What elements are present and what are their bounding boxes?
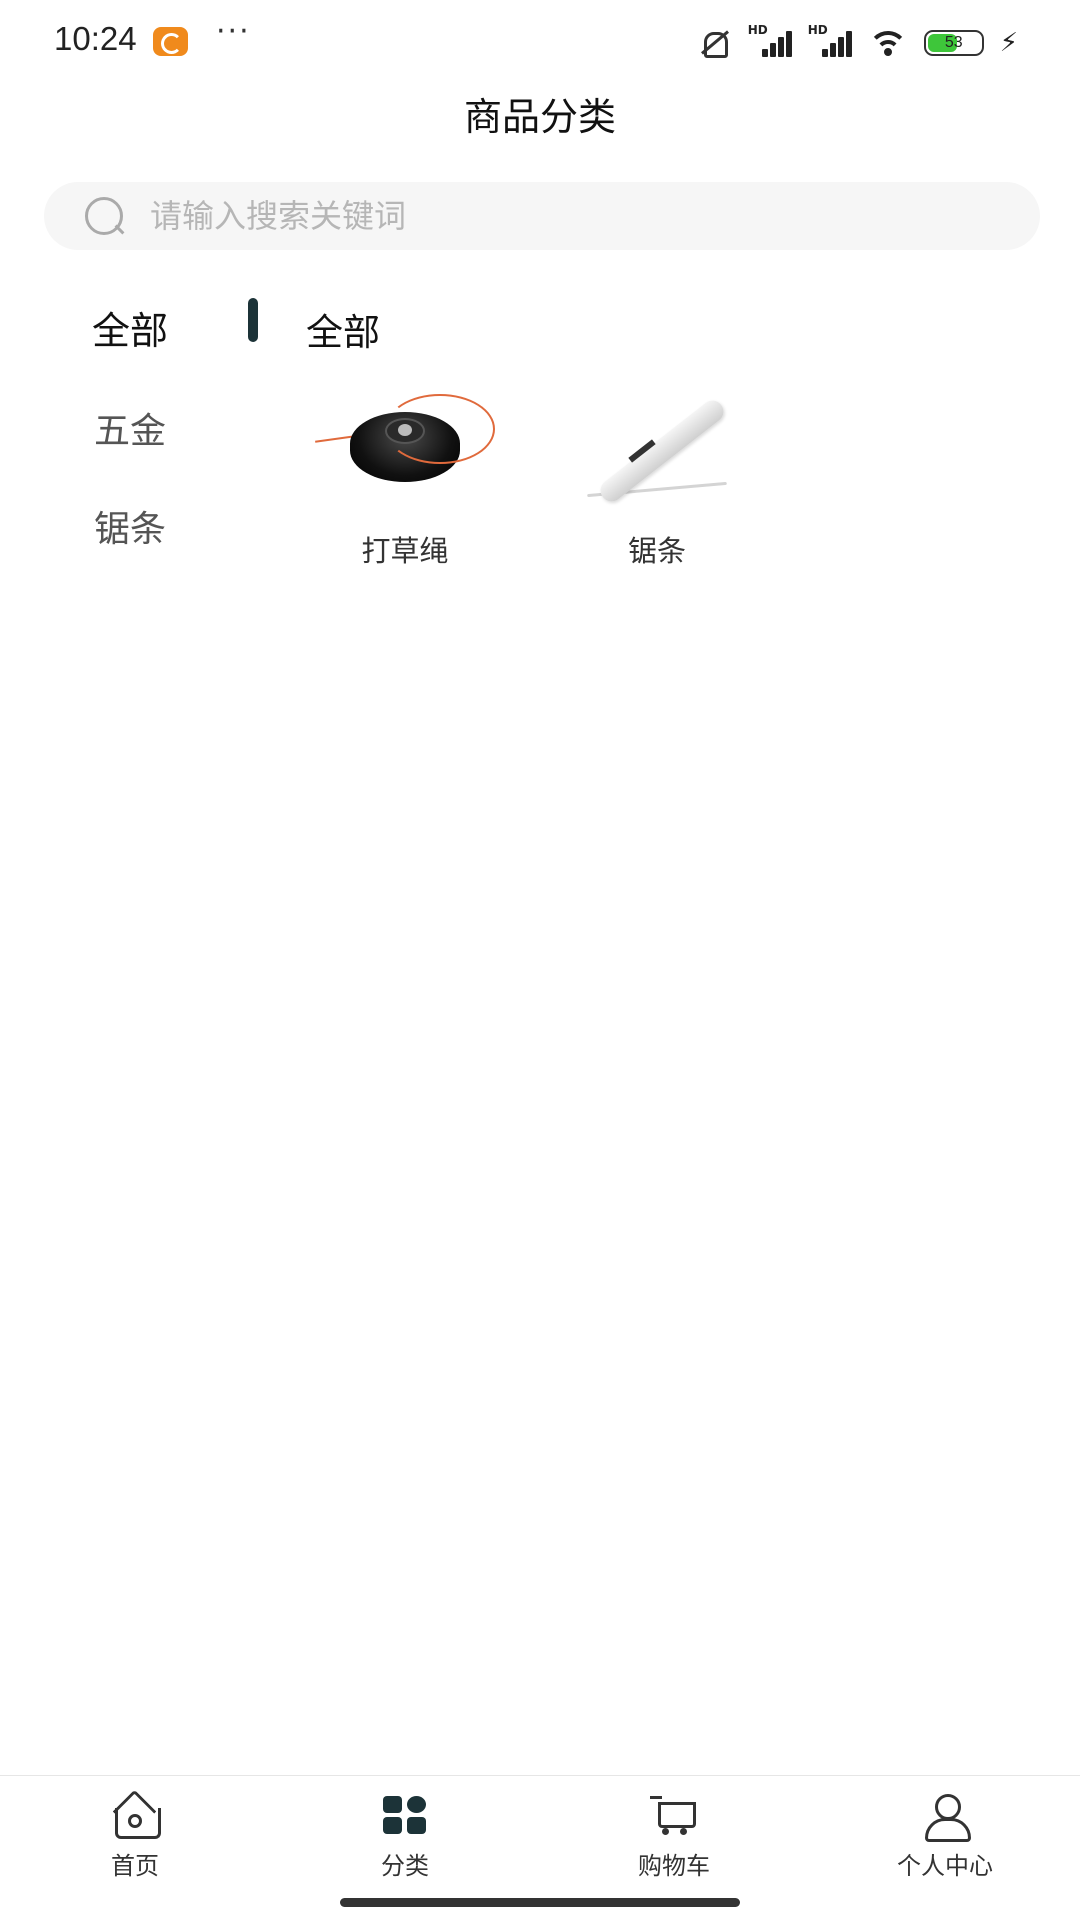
user-icon: [921, 1794, 971, 1842]
hd-label: HD: [807, 23, 828, 37]
more-notifications-icon: ···: [216, 14, 251, 49]
active-category-indicator: [248, 298, 258, 342]
tab-profile-label: 个人中心: [897, 1852, 993, 1880]
product-name: 打草绳: [361, 534, 449, 568]
search-icon: [82, 194, 126, 238]
home-indicator[interactable]: [340, 1898, 740, 1907]
charging-icon: ⚡: [999, 28, 1018, 58]
sidebar-item-all[interactable]: 全部: [0, 300, 260, 355]
product-item-trimmer-line[interactable]: 打草绳: [305, 390, 505, 570]
hd-label: HD: [747, 23, 768, 37]
tab-home[interactable]: 首页: [35, 1794, 235, 1881]
tab-profile[interactable]: 个人中心: [845, 1794, 1045, 1881]
sidebar-item-saw-blade[interactable]: 锯条: [0, 500, 260, 552]
saw-bar-image: [577, 390, 737, 510]
search-input[interactable]: [150, 197, 950, 235]
product-item-saw-bar[interactable]: 锯条: [557, 390, 757, 570]
tab-home-label: 首页: [111, 1852, 159, 1880]
signal-icon-sim1: HD: [748, 23, 792, 57]
status-bar: 10:24 ··· HD HD 53 ⚡: [0, 0, 1080, 84]
category-grid-icon: [381, 1794, 429, 1838]
wifi-icon: [867, 29, 908, 57]
app-notification-icon: [153, 27, 188, 56]
vibrate-off-icon: [696, 28, 732, 58]
tab-cart[interactable]: 购物车: [574, 1794, 774, 1881]
page-title: 商品分类: [463, 95, 616, 139]
status-time: 10:24: [54, 20, 137, 57]
cart-icon: [650, 1794, 698, 1838]
sidebar-item-hardware[interactable]: 五金: [0, 402, 260, 454]
section-title: 全部: [306, 311, 380, 354]
product-name: 锯条: [627, 534, 686, 568]
tab-cart-label: 购物车: [638, 1852, 710, 1880]
battery-level: 53: [944, 34, 963, 51]
tab-category-label: 分类: [381, 1852, 429, 1880]
trimmer-head-image: [315, 390, 495, 510]
tab-category[interactable]: 分类: [305, 1794, 505, 1881]
signal-icon-sim2: HD: [808, 23, 852, 57]
battery-icon: 53: [923, 30, 984, 56]
status-icons: HD HD 53 ⚡: [696, 23, 1018, 62]
home-icon: [111, 1794, 161, 1839]
search-bar[interactable]: [44, 182, 1040, 250]
